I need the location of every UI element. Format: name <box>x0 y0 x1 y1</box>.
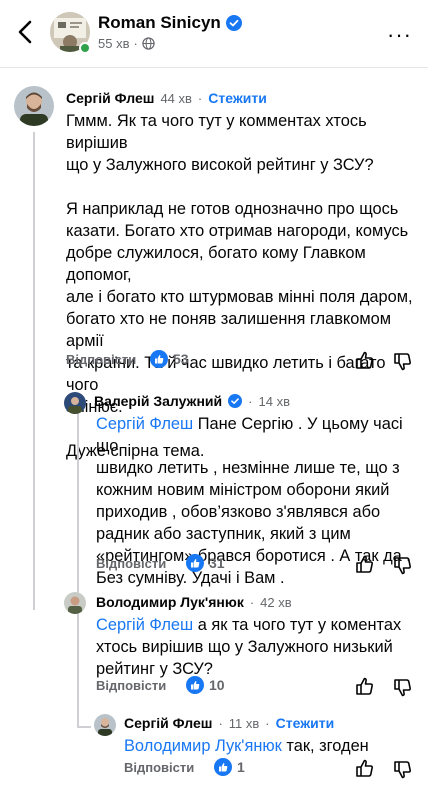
post-time: 55 хв <box>98 36 130 51</box>
like-thumb-icon[interactable] <box>354 349 376 371</box>
reply-button[interactable]: Відповісти <box>66 352 136 367</box>
comment-time[interactable]: 42 хв <box>260 595 291 610</box>
comment-author[interactable]: Сергій Флеш <box>66 90 154 106</box>
reaction-count[interactable]: 10 <box>186 676 225 694</box>
user-mention[interactable]: Сергій Флеш <box>96 415 193 433</box>
reaction-count[interactable]: 1 <box>214 758 245 776</box>
like-reaction-icon <box>186 554 204 572</box>
thread-line <box>33 132 35 610</box>
like-reaction-icon <box>186 676 204 694</box>
dislike-thumb-icon[interactable] <box>392 351 414 373</box>
comment-text: Володимир Лук'янюк так, згоден <box>124 737 369 755</box>
comment-author[interactable]: Володимир Лук'янюк <box>96 594 244 610</box>
post-header: Roman Sinicyn 55 хв · ··· <box>0 0 428 68</box>
author-name[interactable]: Roman Sinicyn <box>98 13 242 33</box>
comment-header: Валерій Залужний · 14 хв <box>94 393 290 409</box>
comment-header: Сергій Флеш 44 хв · Стежити <box>66 90 267 106</box>
reaction-count[interactable]: 31 <box>186 554 225 572</box>
thread-connector <box>77 726 91 728</box>
verified-badge-icon <box>228 394 243 408</box>
reply-button[interactable]: Відповісти <box>124 760 194 775</box>
user-mention[interactable]: Володимир Лук'янюк <box>124 737 282 755</box>
like-reaction-icon <box>150 350 168 368</box>
more-options-icon[interactable]: ··· <box>387 22 412 48</box>
commenter-avatar[interactable] <box>94 714 116 736</box>
like-thumb-icon[interactable] <box>354 553 376 575</box>
follow-button[interactable]: Стежити <box>276 715 335 731</box>
reply-button[interactable]: Відповісти <box>96 556 166 571</box>
like-thumb-icon[interactable] <box>354 675 376 697</box>
online-status-dot <box>79 42 91 54</box>
comment-time[interactable]: 11 хв <box>229 716 260 731</box>
back-arrow-icon[interactable] <box>14 18 38 46</box>
thread-line <box>77 396 79 726</box>
verified-badge-icon <box>225 15 242 31</box>
post-meta: 55 хв · <box>98 36 155 51</box>
comment-actions: Відповісти <box>124 760 194 775</box>
comment-time[interactable]: 14 хв <box>259 394 290 409</box>
comment-author[interactable]: Сергій Флеш <box>124 715 212 731</box>
reply-button[interactable]: Відповісти <box>96 678 166 693</box>
comment-header: Володимир Лук'янюк · 42 хв <box>96 594 292 610</box>
commenter-avatar[interactable] <box>64 392 86 414</box>
comment-text: Гммм. Як та чого тут у комментах хтось в… <box>66 112 413 460</box>
comment-text: Сергій Флеш а як та чого тут у коментах … <box>96 616 402 678</box>
like-thumb-icon[interactable] <box>354 757 376 779</box>
globe-icon <box>142 37 155 50</box>
comment-time[interactable]: 44 хв <box>160 91 191 106</box>
dislike-thumb-icon[interactable] <box>392 759 414 781</box>
like-reaction-icon <box>214 758 232 776</box>
commenter-avatar[interactable] <box>64 592 86 614</box>
user-mention[interactable]: Сергій Флеш <box>96 616 193 634</box>
dislike-thumb-icon[interactable] <box>392 677 414 699</box>
dislike-thumb-icon[interactable] <box>392 555 414 577</box>
reaction-count[interactable]: 53 <box>150 350 189 368</box>
follow-button[interactable]: Стежити <box>208 90 267 106</box>
comment-actions: Відповісти <box>96 678 166 693</box>
comment-actions: Відповісти <box>96 556 166 571</box>
comment-author[interactable]: Валерій Залужний <box>94 393 222 409</box>
comment-actions: Відповісти <box>66 352 136 367</box>
comment-header: Сергій Флеш · 11 хв · Стежити <box>124 715 335 731</box>
commenter-avatar[interactable] <box>14 86 54 126</box>
